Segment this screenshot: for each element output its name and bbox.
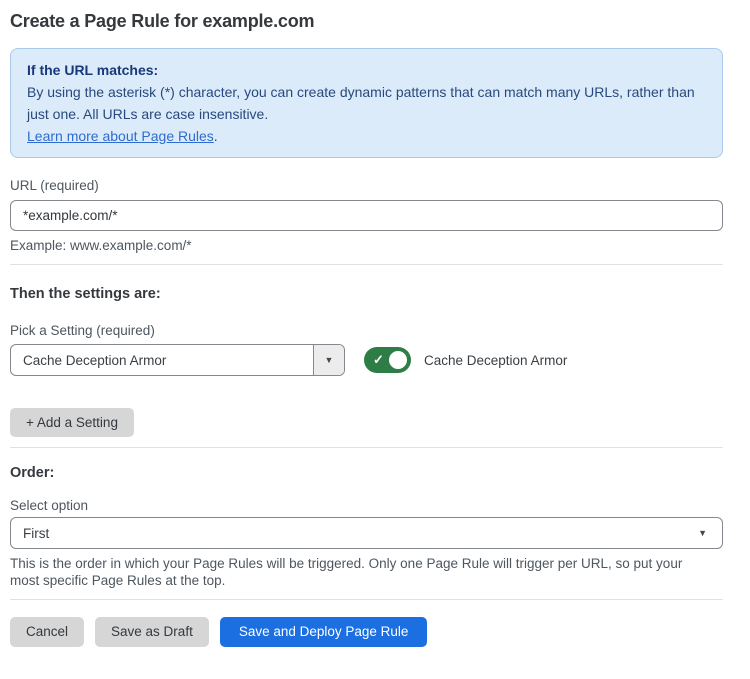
setting-row: Cache Deception Armor ▼ ✓ Cache Deceptio… [10, 344, 723, 376]
divider [10, 264, 723, 265]
setting-select[interactable]: Cache Deception Armor ▼ [10, 344, 345, 376]
settings-section-heading: Then the settings are: [10, 285, 723, 303]
link-suffix: . [214, 128, 218, 144]
setting-toggle-label: Cache Deception Armor [424, 353, 567, 368]
divider [10, 447, 723, 448]
order-section-heading: Order: [10, 464, 723, 482]
save-and-deploy-button[interactable]: Save and Deploy Page Rule [220, 617, 428, 647]
setting-select-value: Cache Deception Armor [11, 345, 313, 375]
url-field-label: URL (required) [10, 178, 723, 194]
page-title: Create a Page Rule for example.com [10, 11, 723, 32]
toggle-knob [387, 349, 409, 371]
check-icon: ✓ [373, 352, 384, 368]
info-box-heading: If the URL matches: [27, 59, 706, 81]
order-select-label: Select option [10, 498, 723, 514]
info-box-link-line: Learn more about Page Rules. [27, 125, 706, 147]
setting-toggle[interactable]: ✓ [364, 347, 411, 373]
url-input[interactable] [10, 200, 723, 231]
chevron-down-icon: ▼ [698, 528, 707, 538]
info-box-body: By using the asterisk (*) character, you… [27, 81, 706, 125]
setting-select-arrow-button[interactable]: ▼ [313, 345, 344, 375]
url-match-info-box: If the URL matches: By using the asteris… [10, 48, 723, 158]
url-example-helper: Example: www.example.com/* [10, 237, 723, 254]
learn-more-link[interactable]: Learn more about Page Rules [27, 128, 214, 144]
cancel-button[interactable]: Cancel [10, 617, 84, 647]
chevron-down-icon: ▼ [325, 355, 334, 365]
setting-picker-label: Pick a Setting (required) [10, 323, 723, 339]
page-rule-form: Create a Page Rule for example.com If th… [0, 0, 750, 647]
add-setting-button[interactable]: + Add a Setting [10, 408, 134, 437]
save-as-draft-button[interactable]: Save as Draft [95, 617, 209, 647]
order-helper-text: This is the order in which your Page Rul… [10, 555, 710, 589]
footer-actions: Cancel Save as Draft Save and Deploy Pag… [10, 617, 723, 647]
order-select[interactable]: First ▼ [10, 517, 723, 549]
order-select-value: First [23, 526, 49, 541]
divider [10, 599, 723, 600]
